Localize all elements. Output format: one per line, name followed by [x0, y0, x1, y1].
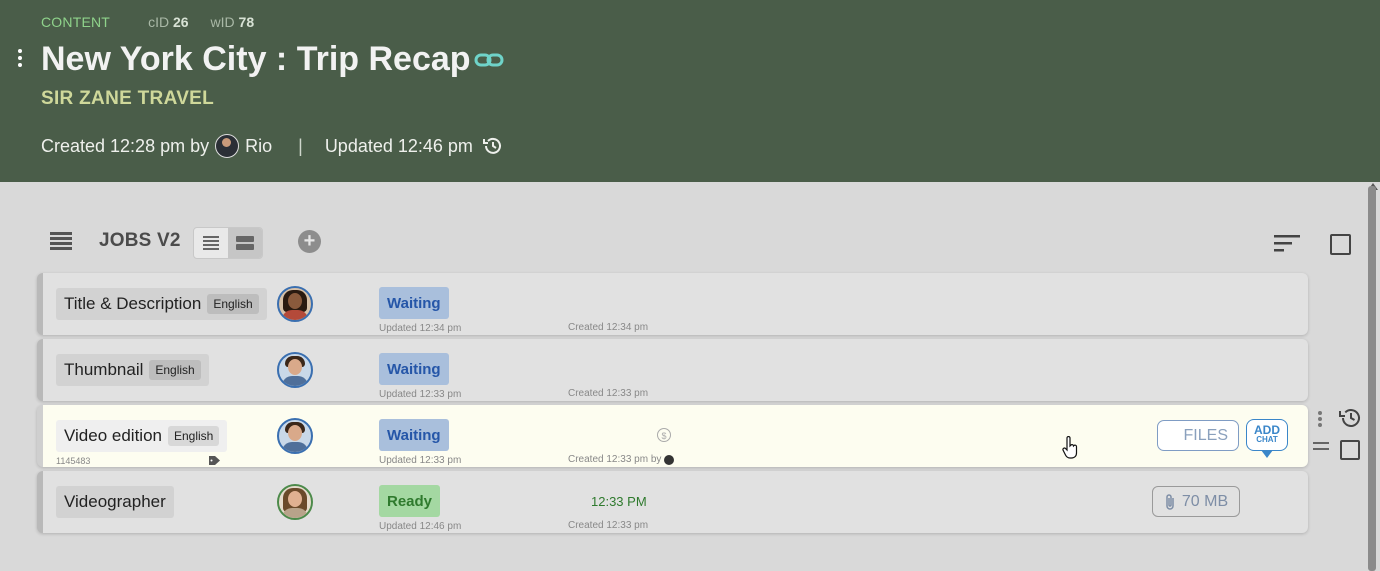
language-badge: English [207, 294, 259, 314]
history-icon[interactable] [1337, 406, 1363, 430]
created-info: Created 12:28 pm by Rio | Updated 12:46 … [41, 134, 505, 158]
select-all-checkbox[interactable] [1330, 234, 1351, 255]
tag-icon[interactable] [209, 456, 220, 465]
status-badge[interactable]: Waiting [379, 353, 449, 385]
content-label: CONTENT [41, 14, 111, 30]
created-by[interactable]: Rio [245, 136, 272, 157]
job-name[interactable]: Videographer [56, 486, 174, 518]
job-id: 1145483 [56, 456, 91, 466]
kebab-icon[interactable] [1316, 410, 1324, 428]
ready-time: 12:33 PM [591, 494, 647, 509]
job-row[interactable]: Video edition English 1145483 Waiting $ U… [37, 405, 1308, 467]
job-row[interactable]: Videographer Ready 12:33 PM Updated 12:4… [37, 471, 1308, 533]
add-icon[interactable]: + [298, 230, 321, 253]
list-menu-icon[interactable] [50, 232, 72, 250]
updated-text: Updated 12:46 pm [324, 135, 473, 156]
scrollbar[interactable] [1368, 186, 1376, 571]
job-row[interactable]: Thumbnail English Waiting Updated 12:33 p… [37, 339, 1308, 401]
created-text: Created 12:28 pm by [41, 135, 210, 156]
created-time: Created 12:33 pm by [568, 454, 675, 465]
paperclip-icon [1166, 493, 1174, 510]
content-meta: CONTENT cID 26 wID 78 [41, 14, 276, 30]
page-title: New York City : Trip Recap [41, 40, 471, 78]
language-badge: English [149, 360, 201, 380]
jobs-title: JOBS V2 [99, 230, 181, 251]
avatar[interactable] [277, 352, 313, 388]
created-time: Created 12:33 pm [568, 388, 649, 399]
avatar[interactable] [277, 484, 313, 520]
files-button[interactable]: FILES [1157, 420, 1239, 451]
avatar [664, 454, 675, 465]
status-badge[interactable]: Waiting [379, 287, 449, 319]
view-toggle[interactable] [193, 227, 263, 259]
link-icon[interactable] [474, 50, 504, 70]
created-time: Created 12:34 pm [568, 322, 649, 333]
dollar-icon[interactable]: $ [657, 428, 671, 442]
status-badge[interactable]: Waiting [379, 419, 449, 451]
updated-time: Updated 12:33 pm [379, 455, 462, 466]
language-badge: English [168, 426, 220, 446]
content-header: CONTENT cID 26 wID 78 New York City : Tr… [0, 0, 1380, 182]
sort-icon[interactable] [1274, 234, 1300, 252]
job-name[interactable]: Thumbnail English [56, 354, 209, 386]
kebab-icon[interactable] [14, 46, 26, 74]
updated-time: Updated 12:46 pm [379, 521, 462, 532]
compact-view-icon[interactable] [194, 228, 228, 258]
updated-time: Updated 12:34 pm [379, 323, 462, 334]
job-name[interactable]: Video edition English [56, 420, 228, 452]
avatar[interactable] [277, 418, 313, 454]
avatar[interactable] [277, 286, 313, 322]
avatar [215, 134, 240, 158]
updated-time: Updated 12:33 pm [379, 389, 462, 400]
job-row[interactable]: Title & Description English Waiting Updat… [37, 273, 1308, 335]
cid: cID 26 [148, 14, 189, 30]
wid: wID 78 [210, 14, 255, 30]
add-chat-button[interactable]: ADD CHAT [1246, 419, 1288, 458]
cursor-hand-icon [1062, 436, 1078, 459]
created-time: Created 12:33 pm [568, 520, 649, 531]
history-icon[interactable] [481, 134, 505, 158]
attachment-button[interactable]: 70 MB [1152, 486, 1240, 517]
drag-handle-icon[interactable] [1313, 442, 1329, 452]
client-name[interactable]: SIR ZANE TRAVEL [41, 88, 214, 110]
separator: | [298, 135, 303, 156]
job-name[interactable]: Title & Description English [56, 288, 267, 320]
expanded-view-icon[interactable] [228, 228, 262, 258]
attachment-size: 70 MB [1181, 492, 1229, 510]
row-checkbox[interactable] [1340, 440, 1360, 460]
status-badge[interactable]: Ready [379, 485, 441, 517]
